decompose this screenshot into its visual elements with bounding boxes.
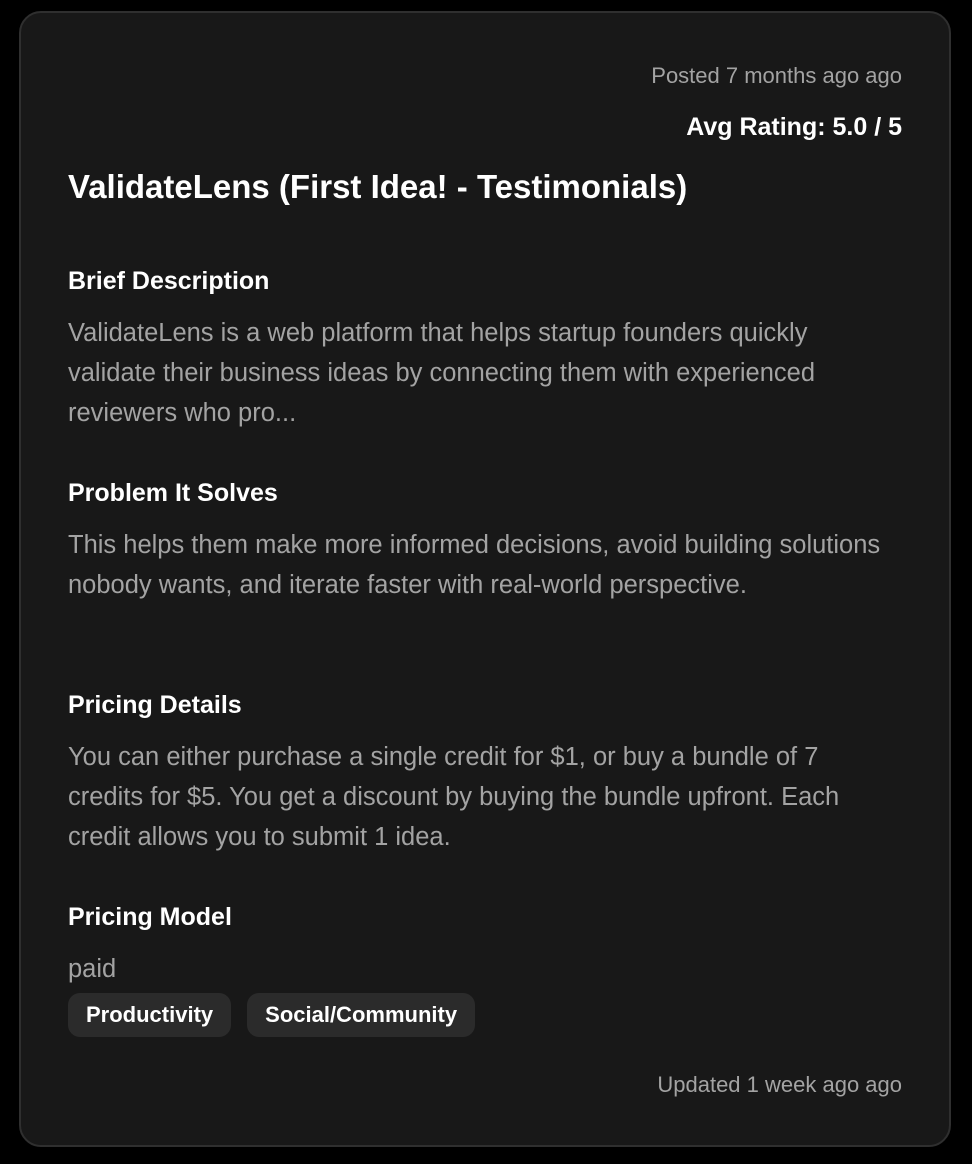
idea-card: Posted 7 months ago ago Avg Rating: 5.0 … xyxy=(19,11,951,1147)
problem-it-solves-text: This helps them make more informed decis… xyxy=(68,531,881,599)
tag-social-community[interactable]: Social/Community xyxy=(247,993,476,1037)
pricing-details-label: Pricing Details xyxy=(68,691,242,719)
average-rating: Avg Rating: 5.0 / 5 xyxy=(686,113,902,141)
idea-title: ValidateLens (First Idea! - Testimonials… xyxy=(68,168,688,205)
tag-list: Productivity Social/Community xyxy=(68,993,476,1037)
posted-timestamp: Posted 7 months ago ago xyxy=(651,63,902,88)
pricing-model-text: paid xyxy=(68,955,117,983)
brief-description-label: Brief Description xyxy=(68,267,270,295)
pricing-model-label: Pricing Model xyxy=(68,903,232,931)
idea-card-content: Posted 7 months ago ago Avg Rating: 5.0 … xyxy=(68,13,902,1145)
brief-description-text: ValidateLens is a web platform that help… xyxy=(68,319,816,427)
pricing-details-text: You can either purchase a single credit … xyxy=(68,743,840,851)
tag-productivity[interactable]: Productivity xyxy=(68,993,232,1037)
problem-it-solves-label: Problem It Solves xyxy=(68,479,278,507)
updated-timestamp: Updated 1 week ago ago xyxy=(657,1072,902,1097)
